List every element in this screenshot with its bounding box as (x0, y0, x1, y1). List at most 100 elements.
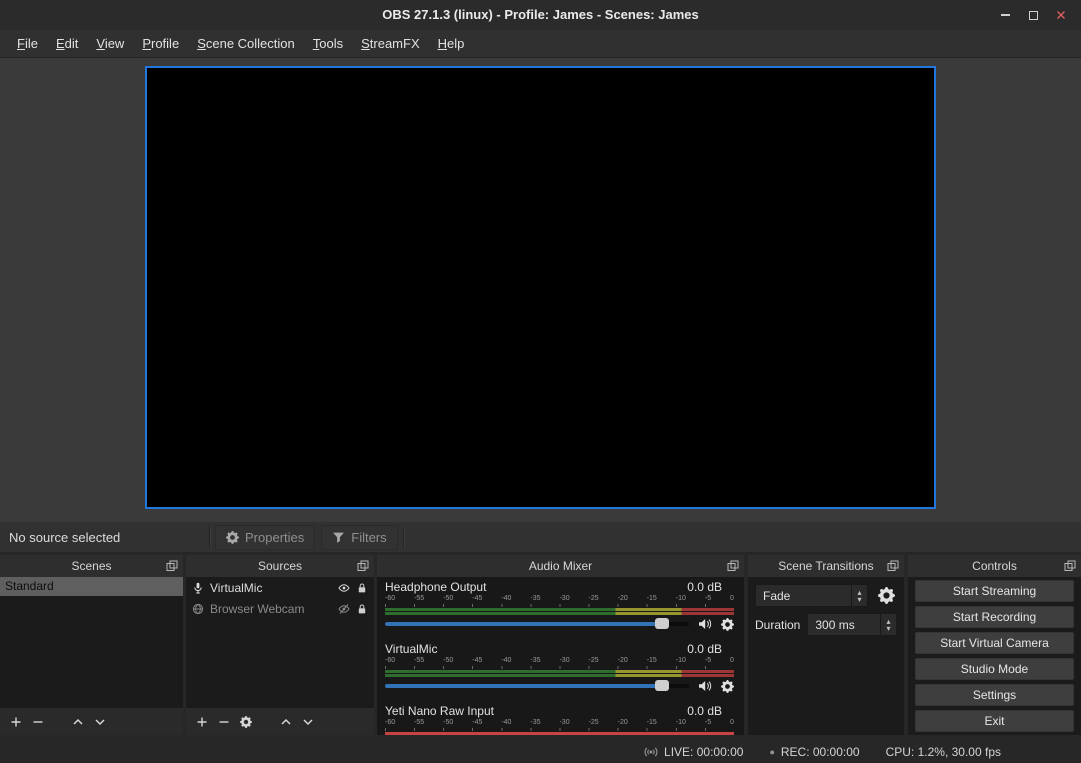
menu-item-tools[interactable]: Tools (304, 32, 352, 55)
meter-scale: -60-55-50-45-40-35-30-25-20-15-10-50 (385, 657, 734, 665)
globe-icon (192, 603, 204, 615)
source-name: Browser Webcam (210, 602, 332, 616)
volume-meter (385, 670, 734, 673)
scenes-panel-header: Scenes (0, 555, 183, 577)
transition-properties-button[interactable] (875, 586, 897, 606)
microphone-icon (192, 582, 204, 594)
volume-slider-handle[interactable] (655, 618, 669, 629)
scenes-panel-title: Scenes (0, 559, 183, 573)
channel-level: 0.0 dB (687, 643, 722, 656)
chevron-up-icon (280, 716, 292, 728)
volume-meter (385, 674, 734, 677)
duration-value: 300 ms (808, 618, 880, 632)
preview-canvas[interactable] (145, 66, 936, 509)
volume-slider[interactable] (385, 622, 689, 626)
channel-name: Headphone Output (385, 581, 687, 594)
transition-select[interactable]: Fade ▴ ▾ (755, 584, 868, 607)
volume-slider-fill (385, 622, 662, 626)
rec-status: ● REC: 00:00:00 (769, 745, 859, 759)
start-recording-button[interactable]: Start Recording (915, 606, 1074, 628)
remove-scene-button[interactable] (27, 712, 49, 732)
menu-item-view[interactable]: View (87, 32, 133, 55)
menu-item-profile[interactable]: Profile (133, 32, 188, 55)
start-virtual-camera-button[interactable]: Start Virtual Camera (915, 632, 1074, 654)
channel-level: 0.0 dB (687, 705, 722, 718)
minus-icon (32, 716, 44, 728)
start-streaming-button[interactable]: Start Streaming (915, 580, 1074, 602)
minimize-button[interactable] (991, 4, 1019, 26)
add-source-button[interactable] (191, 712, 213, 732)
gear-icon (240, 716, 252, 728)
scene-transitions-body: Fade ▴ ▾ Duration 300 ms ▴ ▾ (748, 577, 904, 735)
source-item-browser-webcam[interactable]: Browser Webcam (186, 598, 374, 619)
speaker-icon[interactable] (698, 680, 712, 692)
menu-item-file[interactable]: File (8, 32, 47, 55)
lock-icon[interactable] (356, 603, 368, 615)
record-icon: ● (769, 746, 774, 758)
menu-item-scene-collection[interactable]: Scene Collection (188, 32, 304, 55)
filters-button[interactable]: Filters (321, 525, 397, 550)
source-properties-button[interactable] (235, 712, 257, 732)
scene-item-standard[interactable]: Standard (0, 577, 183, 596)
broadcast-icon (644, 746, 658, 758)
gear-icon[interactable] (721, 680, 734, 693)
properties-label: Properties (245, 530, 304, 545)
channel-name: Yeti Nano Raw Input (385, 705, 687, 718)
move-source-down-button[interactable] (297, 712, 319, 732)
window-title: OBS 27.1.3 (linux) - Profile: James - Sc… (0, 0, 1081, 30)
dock-popout-icon[interactable] (1064, 560, 1076, 572)
menu-item-edit[interactable]: Edit (47, 32, 87, 55)
mixer-channel-headphone-output: Headphone Output 0.0 dB -60-55-50-45-40-… (385, 581, 734, 630)
move-scene-up-button[interactable] (67, 712, 89, 732)
statusbar: LIVE: 00:00:00 ● REC: 00:00:00 CPU: 1.2%… (0, 740, 1081, 763)
dock-popout-icon[interactable] (887, 560, 899, 572)
sources-list: VirtualMic Browser Webcam (186, 577, 374, 708)
meter-tickmarks (385, 666, 734, 669)
dock-popout-icon[interactable] (357, 560, 369, 572)
cpu-status: CPU: 1.2%, 30.00 fps (886, 745, 1001, 759)
maximize-button[interactable] (1019, 4, 1047, 26)
plus-icon (196, 716, 208, 728)
menu-item-streamfx[interactable]: StreamFX (352, 32, 429, 55)
sources-panel-header: Sources (186, 555, 374, 577)
maximize-icon (1029, 11, 1038, 20)
properties-button[interactable]: Properties (215, 525, 315, 550)
duration-down-button[interactable]: ▾ (886, 625, 890, 632)
move-scene-down-button[interactable] (89, 712, 111, 732)
toolbar-separator (209, 527, 210, 547)
settings-button[interactable]: Settings (915, 684, 1074, 706)
controls-panel: Controls Start Streaming Start Recording… (908, 555, 1081, 735)
volume-meter (385, 612, 734, 615)
eye-off-icon[interactable] (338, 603, 350, 615)
lock-icon[interactable] (356, 582, 368, 594)
dock-popout-icon[interactable] (166, 560, 178, 572)
source-item-virtualmic[interactable]: VirtualMic (186, 577, 374, 598)
meter-tickmarks (385, 604, 734, 607)
scene-transitions-panel: Scene Transitions Fade ▴ ▾ Duration (748, 555, 904, 735)
eye-icon[interactable] (338, 582, 350, 594)
exit-button[interactable]: Exit (915, 710, 1074, 732)
gear-icon (878, 587, 895, 604)
caret-down-icon: ▾ (857, 596, 861, 603)
channel-name: VirtualMic (385, 643, 687, 656)
volume-meter (385, 608, 734, 611)
close-button[interactable] (1047, 4, 1075, 26)
gear-icon[interactable] (721, 618, 734, 631)
studio-mode-button[interactable]: Studio Mode (915, 658, 1074, 680)
rec-time: REC: 00:00:00 (781, 745, 860, 759)
menu-item-help[interactable]: Help (429, 32, 474, 55)
sources-toolbar (186, 708, 374, 735)
speaker-icon[interactable] (698, 618, 712, 630)
volume-slider[interactable] (385, 684, 689, 688)
volume-slider-handle[interactable] (655, 680, 669, 691)
transition-select-arrows[interactable]: ▴ ▾ (851, 585, 867, 606)
chevron-down-icon (302, 716, 314, 728)
scenes-list: Standard (0, 577, 183, 708)
duration-spinbox[interactable]: 300 ms ▴ ▾ (807, 613, 897, 636)
dock-popout-icon[interactable] (727, 560, 739, 572)
move-source-up-button[interactable] (275, 712, 297, 732)
remove-source-button[interactable] (213, 712, 235, 732)
meter-scale: -60-55-50-45-40-35-30-25-20-15-10-50 (385, 719, 734, 727)
volume-meter-clipping (385, 732, 734, 735)
add-scene-button[interactable] (5, 712, 27, 732)
